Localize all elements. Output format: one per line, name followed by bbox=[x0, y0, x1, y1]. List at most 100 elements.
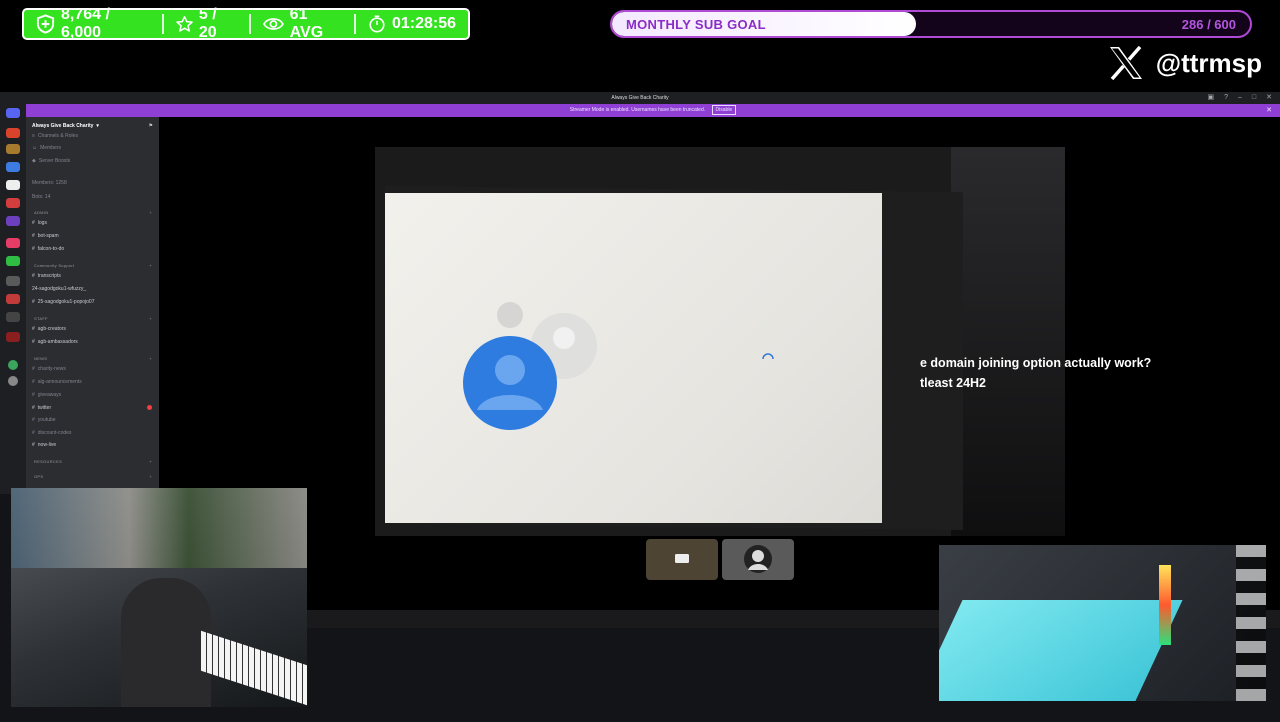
server-rail bbox=[0, 104, 26, 494]
category-community[interactable]: Community Support + bbox=[34, 263, 152, 268]
server-icon[interactable] bbox=[6, 332, 20, 342]
inbox-icon[interactable]: ▣ bbox=[1207, 92, 1214, 104]
plus-icon[interactable]: + bbox=[149, 316, 152, 321]
channel-label: logs bbox=[37, 220, 47, 226]
bots-count-item[interactable]: Bots: 14 bbox=[32, 194, 50, 200]
timer-icon bbox=[369, 15, 385, 33]
channel-now-live[interactable]: # now-live bbox=[32, 442, 56, 448]
video-room-background bbox=[951, 147, 1065, 536]
maximize-icon[interactable]: □ bbox=[1252, 92, 1256, 104]
streamer-webcam bbox=[11, 488, 307, 707]
server-icon[interactable] bbox=[6, 238, 20, 248]
window-controls: ▣ ? – □ ✕ bbox=[1207, 92, 1272, 104]
category-label: Community Support bbox=[34, 263, 75, 268]
channel-label: charity-news bbox=[37, 366, 66, 372]
server-icon[interactable] bbox=[6, 198, 20, 208]
item-label: Channels & Roles bbox=[37, 133, 78, 139]
channel-announcements[interactable]: # alg-announcements bbox=[32, 379, 82, 385]
channel-agb-ambassadors[interactable]: # agb-ambassadors bbox=[32, 339, 78, 345]
channel-twitter[interactable]: # twitter bbox=[32, 405, 51, 411]
plus-icon[interactable]: + bbox=[149, 356, 152, 361]
close-icon[interactable]: ✕ bbox=[1266, 92, 1272, 104]
participant-tile[interactable] bbox=[646, 539, 718, 580]
help-icon[interactable]: ? bbox=[1224, 92, 1228, 104]
hash-icon: # bbox=[32, 220, 35, 226]
viewers-value: 61 AVG bbox=[289, 6, 324, 41]
channel-ticket[interactable]: #25-sagodgoku1-popojo07 bbox=[32, 299, 95, 305]
banner-close-icon[interactable]: ✕ bbox=[1266, 104, 1272, 117]
monitor-screen bbox=[385, 193, 882, 523]
direct-messages-icon[interactable] bbox=[6, 108, 20, 118]
social-handle: @ttrmsp bbox=[1108, 46, 1262, 80]
divider bbox=[248, 14, 251, 34]
channel-label: 25-sagodgoku1-popojo07 bbox=[37, 299, 95, 305]
add-server-icon[interactable] bbox=[8, 360, 18, 370]
channel-ticket[interactable]: 24-sagodgoku1-wfuzzy_ bbox=[32, 286, 86, 292]
server-icon[interactable] bbox=[6, 162, 20, 172]
category-ops[interactable]: OPS + bbox=[34, 474, 152, 479]
channel-label: transcripts bbox=[37, 273, 61, 279]
category-staff[interactable]: STAFF + bbox=[34, 316, 152, 321]
channel-charity-news[interactable]: # charity-news bbox=[32, 366, 66, 372]
channel-bot-spam[interactable]: # bot-spam bbox=[32, 233, 59, 239]
channel-youtube[interactable]: # youtube bbox=[32, 417, 56, 423]
channel-giveaways[interactable]: # giveaways bbox=[32, 392, 61, 398]
server-icon[interactable] bbox=[6, 180, 20, 190]
members-count-item[interactable]: Members: 1258 bbox=[32, 180, 67, 186]
channel-agb-creators[interactable]: # agb-creators bbox=[32, 326, 66, 332]
channel-discount-codes[interactable]: # discount-codes bbox=[32, 430, 71, 436]
server-icon[interactable] bbox=[6, 256, 20, 266]
category-resources[interactable]: RESOURCES + bbox=[34, 459, 152, 464]
category-news[interactable]: NEWS + bbox=[34, 356, 152, 361]
star-icon bbox=[176, 15, 193, 32]
plus-icon[interactable]: + bbox=[149, 459, 152, 464]
channel-label: falcon-to-do bbox=[37, 246, 65, 252]
loading-spinner-icon bbox=[762, 353, 774, 360]
streamer-mode-banner: Streamer Mode is enabled. Usernames have… bbox=[26, 104, 1280, 117]
channel-logs[interactable]: # logs bbox=[32, 220, 47, 226]
category-admin[interactable]: ADMIN + bbox=[34, 210, 152, 215]
members-icon: ☺ bbox=[32, 145, 38, 151]
hash-icon: # bbox=[32, 405, 35, 411]
chevron-down-icon: ▾ bbox=[96, 123, 99, 129]
server-boosts-item[interactable]: ◆ Server Boosts bbox=[32, 158, 70, 164]
item-label: Server Boosts bbox=[38, 158, 71, 164]
desk-surface bbox=[939, 600, 1183, 701]
channel-sidebar: Always Give Back Charity ▾ ⚑ ≡ Channels &… bbox=[26, 117, 159, 494]
sub-goal-label: MONTHLY SUB GOAL bbox=[626, 17, 766, 32]
plus-icon[interactable]: + bbox=[149, 474, 152, 479]
channel-falcon-to-do[interactable]: # falcon-to-do bbox=[32, 246, 64, 252]
boost-icon: ◆ bbox=[32, 158, 36, 164]
channel-label: giveaways bbox=[37, 392, 62, 398]
channels-roles-item[interactable]: ≡ Channels & Roles bbox=[32, 133, 78, 139]
sub-goal-count: 286 / 600 bbox=[1181, 17, 1236, 32]
social-handle-text: @ttrmsp bbox=[1155, 47, 1262, 78]
disable-streamer-mode-button[interactable]: Disable bbox=[711, 105, 737, 115]
plus-icon[interactable]: + bbox=[149, 210, 152, 215]
bell-icon[interactable]: ⚑ bbox=[149, 123, 153, 129]
item-label: Members bbox=[40, 145, 61, 151]
server-icon[interactable] bbox=[6, 294, 20, 304]
server-icon[interactable] bbox=[6, 128, 20, 138]
piano-keyboard bbox=[201, 630, 307, 706]
category-label: RESOURCES bbox=[34, 459, 63, 464]
window-title: Always Give Back Charity bbox=[611, 95, 669, 101]
plus-icon[interactable]: + bbox=[149, 263, 152, 268]
server-icon[interactable] bbox=[6, 216, 20, 226]
channel-transcripts[interactable]: # transcripts bbox=[32, 273, 61, 279]
server-icon[interactable] bbox=[6, 276, 20, 286]
server-name-header[interactable]: Always Give Back Charity ▾ bbox=[32, 123, 99, 129]
channel-label: 24-sagodgoku1-wfuzzy_ bbox=[32, 286, 87, 292]
streamer-figure bbox=[121, 578, 211, 707]
minimize-icon[interactable]: – bbox=[1238, 92, 1242, 104]
server-icon[interactable] bbox=[6, 312, 20, 322]
discover-icon[interactable] bbox=[8, 376, 18, 386]
channel-label: now-live bbox=[37, 442, 57, 448]
participant-tile[interactable] bbox=[722, 539, 794, 580]
members-item[interactable]: ☺ Members bbox=[32, 145, 61, 151]
banner-text: Streamer Mode is enabled. Usernames have… bbox=[569, 107, 706, 113]
server-icon[interactable] bbox=[6, 144, 20, 154]
channel-label: alg-announcements bbox=[37, 379, 82, 385]
channel-label: agb-creators bbox=[37, 326, 66, 332]
points-stat: 8,764 / 6,000 bbox=[24, 6, 162, 41]
